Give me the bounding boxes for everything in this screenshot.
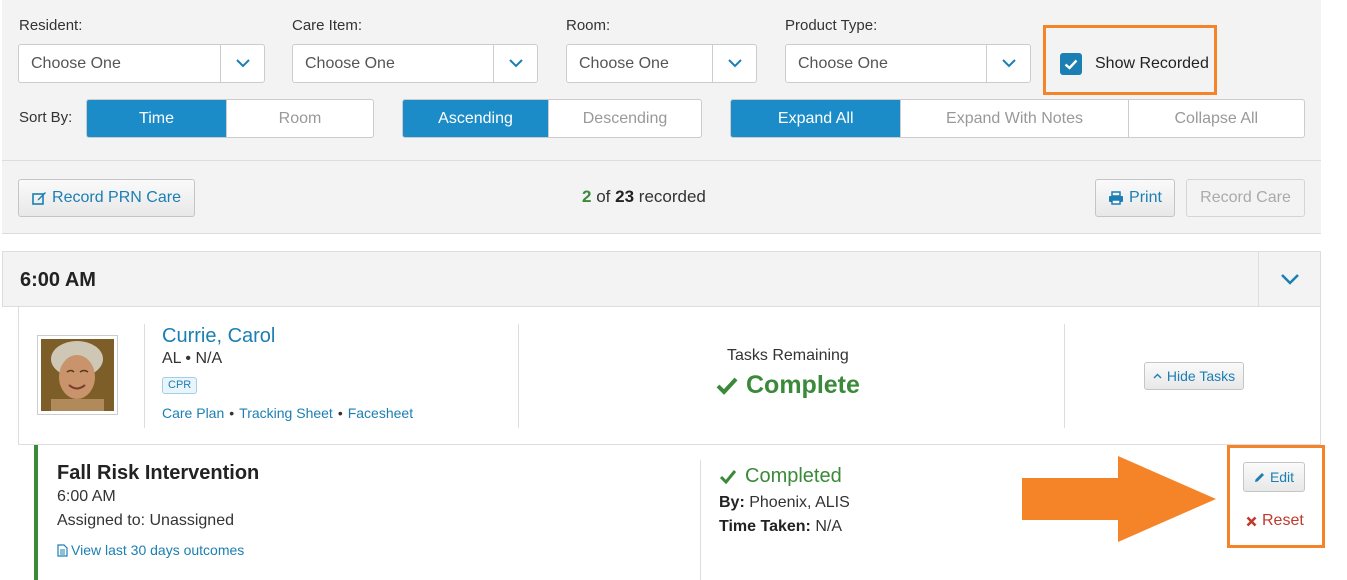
- chevron-down-icon: [712, 45, 756, 82]
- expand-toggle: Expand All Expand With Notes Collapse Al…: [730, 99, 1305, 138]
- room-select[interactable]: Choose One: [566, 44, 757, 83]
- recorded-of-text: of: [596, 187, 611, 206]
- annotation-arrow: [1022, 456, 1216, 542]
- resident-level-room: AL • N/A: [162, 350, 223, 367]
- care-plan-link[interactable]: Care Plan: [162, 405, 224, 421]
- record-care-button[interactable]: Record Care: [1186, 179, 1305, 217]
- task-time: 6:00 AM: [57, 488, 116, 505]
- product-type-filter-label: Product Type:: [785, 17, 878, 34]
- checkmark-icon: [1064, 59, 1078, 70]
- link-separator: •: [229, 405, 235, 421]
- task-by-label: By:: [719, 494, 745, 511]
- task-by-value: Phoenix, ALIS: [749, 494, 850, 511]
- record-prn-care-label: Record PRN Care: [52, 189, 181, 206]
- tasks-status-text: Complete: [746, 371, 860, 399]
- view-outcomes-link[interactable]: View last 30 days outcomes: [57, 542, 244, 558]
- task-divider: [700, 460, 701, 580]
- chevron-down-icon: [986, 45, 1030, 82]
- product-type-select[interactable]: Choose One: [785, 44, 1031, 83]
- resident-select-value: Choose One: [31, 55, 121, 72]
- resident-filter-label: Resident:: [19, 17, 83, 34]
- sort-order-toggle: Ascending Descending: [402, 99, 702, 138]
- task-status: Completed: [719, 465, 842, 488]
- tasks-status: Complete: [716, 371, 860, 400]
- room-select-value: Choose One: [579, 55, 669, 72]
- show-recorded-checkbox[interactable]: [1060, 53, 1082, 75]
- close-icon: [1246, 516, 1257, 526]
- record-care-label: Record Care: [1200, 189, 1291, 206]
- checkmark-icon: [716, 377, 738, 395]
- print-label: Print: [1129, 189, 1162, 206]
- collapse-toggle[interactable]: [1258, 252, 1320, 306]
- descending-button[interactable]: Descending: [548, 100, 701, 137]
- edit-label: Edit: [1269, 469, 1295, 485]
- care-item-select-value: Choose One: [305, 55, 395, 72]
- care-item-filter-label: Care Item:: [292, 17, 363, 34]
- tracking-sheet-link[interactable]: Tracking Sheet: [239, 405, 333, 421]
- expand-all-button[interactable]: Expand All: [731, 100, 901, 137]
- time-group-label: 6:00 AM: [20, 269, 96, 291]
- reset-link[interactable]: Reset: [1246, 512, 1304, 530]
- task-title: Fall Risk Intervention: [57, 462, 260, 484]
- chevron-down-icon: [1280, 274, 1299, 285]
- edit-square-icon: [32, 192, 47, 205]
- hide-tasks-button[interactable]: Hide Tasks: [1144, 362, 1244, 390]
- card-divider: [1064, 324, 1065, 428]
- reset-label: Reset: [1262, 512, 1304, 529]
- recorded-total-count: 23: [615, 187, 635, 206]
- recorded-done-count: 2: [582, 187, 592, 206]
- document-icon: [57, 543, 68, 557]
- care-item-select[interactable]: Choose One: [292, 44, 538, 83]
- action-bar: Record PRN Care 2 of 23 recorded Print R…: [2, 160, 1321, 234]
- chevron-down-icon: [493, 45, 537, 82]
- print-button[interactable]: Print: [1095, 179, 1175, 217]
- resident-select[interactable]: Choose One: [18, 44, 265, 83]
- resident-card: Currie, Carol AL • N/A CPR Care Plan • Tra…: [18, 307, 1321, 445]
- resident-links: Care Plan • Tracking Sheet • Facesheet: [162, 405, 413, 421]
- room-filter-label: Room:: [566, 17, 611, 34]
- cpr-badge: CPR: [162, 377, 198, 394]
- task-assigned: Assigned to: Unassigned: [57, 512, 234, 529]
- resident-name-link[interactable]: Currie, Carol: [162, 325, 275, 348]
- sort-by-room-button[interactable]: Room: [226, 100, 373, 137]
- hide-tasks-label: Hide Tasks: [1166, 368, 1236, 384]
- card-divider: [144, 324, 145, 428]
- sort-by-toggle: Time Room: [86, 99, 374, 138]
- recorded-suffix-text: recorded: [638, 187, 706, 206]
- product-type-select-value: Choose One: [798, 55, 888, 72]
- record-prn-care-button[interactable]: Record PRN Care: [18, 179, 195, 217]
- ascending-button[interactable]: Ascending: [403, 100, 549, 137]
- task-actions-highlight: Edit Reset: [1227, 445, 1325, 548]
- checkmark-icon: [719, 470, 737, 484]
- card-divider: [518, 324, 519, 428]
- edit-button[interactable]: Edit: [1243, 462, 1305, 492]
- task-time-taken-label: Time Taken:: [719, 518, 811, 535]
- show-recorded-highlight: Show Recorded: [1043, 25, 1217, 95]
- task-status-text: Completed: [745, 465, 842, 487]
- tasks-remaining-label: Tasks Remaining: [727, 347, 849, 364]
- task-time-taken: Time Taken: N/A: [719, 518, 842, 536]
- show-recorded-label[interactable]: Show Recorded: [1095, 55, 1209, 73]
- task-time-taken-value: N/A: [815, 518, 843, 535]
- chevron-up-icon: [1153, 373, 1162, 379]
- link-separator: •: [337, 405, 343, 421]
- resident-photo: [37, 335, 118, 415]
- chevron-down-icon: [220, 45, 264, 82]
- facesheet-link[interactable]: Facesheet: [348, 405, 413, 421]
- sort-by-time-button[interactable]: Time: [87, 100, 227, 137]
- view-outcomes-label: View last 30 days outcomes: [71, 542, 245, 558]
- expand-with-notes-button[interactable]: Expand With Notes: [900, 100, 1127, 137]
- sort-by-label: Sort By:: [19, 109, 73, 126]
- collapse-all-button[interactable]: Collapse All: [1127, 100, 1304, 137]
- resident-avatar: [41, 339, 114, 411]
- pencil-icon: [1254, 472, 1264, 482]
- recorded-count: 2 of 23 recorded: [582, 187, 706, 207]
- print-icon: [1109, 191, 1124, 205]
- task-by: By: Phoenix, ALIS: [719, 494, 850, 512]
- time-group-header[interactable]: 6:00 AM: [2, 251, 1321, 307]
